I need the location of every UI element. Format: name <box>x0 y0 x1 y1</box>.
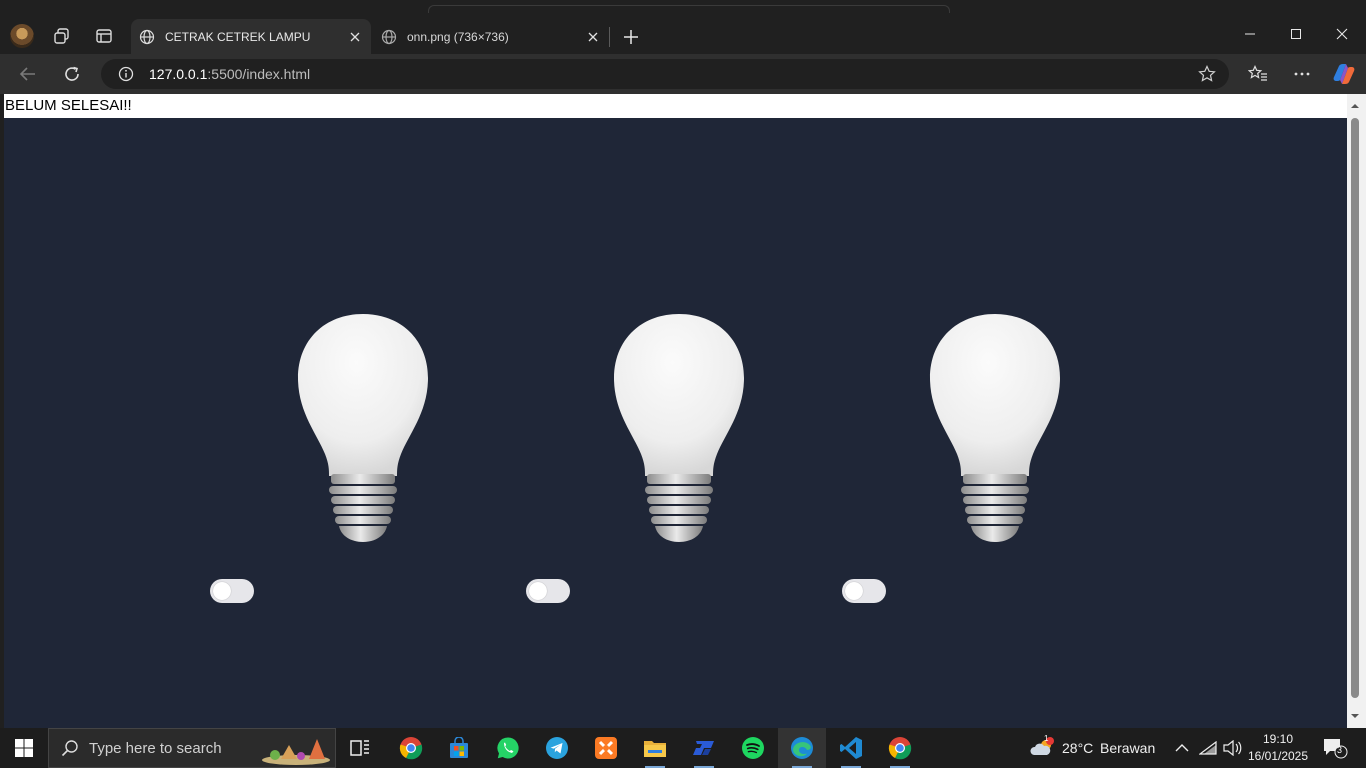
tab-actions-icon[interactable] <box>90 22 118 50</box>
vscode-icon[interactable] <box>827 728 875 768</box>
url-text: 127.0.0.1:5500/index.html <box>149 66 310 82</box>
url-path: :5500/index.html <box>207 66 311 82</box>
search-highlight-illustration <box>262 739 330 765</box>
page-viewport: BELUM SELESAI!! <box>4 94 1347 728</box>
taskbar-clock[interactable]: 19:10 16/01/2025 <box>1242 731 1314 765</box>
globe-icon <box>139 29 155 44</box>
workspaces-icon[interactable] <box>48 22 76 50</box>
app-icon[interactable] <box>680 728 728 768</box>
more-options-icon[interactable] <box>1287 60 1317 88</box>
notification-count: 3 <box>1337 745 1343 755</box>
volume-icon[interactable] <box>1220 728 1244 768</box>
minimize-icon[interactable] <box>1227 20 1273 48</box>
site-info-icon[interactable] <box>117 65 135 83</box>
chrome-icon[interactable] <box>876 728 924 768</box>
notification-center-icon[interactable]: 3 <box>1322 737 1348 759</box>
light-bulb-2 <box>614 314 744 542</box>
scroll-up-icon[interactable] <box>1350 101 1360 111</box>
toggle-knob <box>213 582 231 600</box>
background-window-edge <box>428 5 950 13</box>
light-bulb-1 <box>298 314 428 542</box>
browser-toolbar: 127.0.0.1:5500/index.html <box>0 54 1366 94</box>
close-window-icon[interactable] <box>1319 20 1365 48</box>
page-scrollbar[interactable] <box>1347 94 1366 728</box>
back-icon[interactable] <box>13 60 43 88</box>
scroll-thumb[interactable] <box>1351 118 1359 698</box>
address-bar[interactable]: 127.0.0.1:5500/index.html <box>101 59 1229 89</box>
edge-icon[interactable] <box>778 728 826 768</box>
weather-temperature[interactable]: 28°C <box>1062 728 1093 768</box>
lamp-3-toggle[interactable] <box>842 579 886 603</box>
wifi-icon[interactable] <box>1196 728 1220 768</box>
scroll-down-icon[interactable] <box>1350 711 1360 721</box>
lamp-1-toggle[interactable] <box>210 579 254 603</box>
browser-titlebar: CETRAK CETREK LAMPU onn.png (736×736) <box>0 0 1366 54</box>
windows-start-icon[interactable] <box>0 728 48 768</box>
profile-avatar[interactable] <box>10 24 34 48</box>
taskbar-search-box[interactable]: Type here to search <box>48 728 336 768</box>
whatsapp-icon[interactable] <box>484 728 532 768</box>
toggle-knob <box>845 582 863 600</box>
url-host: 127.0.0.1 <box>149 66 208 82</box>
tab-onn-png[interactable]: onn.png (736×736) <box>373 19 609 54</box>
search-icon <box>61 740 78 757</box>
lamp-2-toggle[interactable] <box>526 579 570 603</box>
light-bulb-3 <box>930 314 1060 542</box>
search-placeholder: Type here to search <box>89 739 222 757</box>
maximize-icon[interactable] <box>1273 20 1319 48</box>
tab-separator <box>609 27 610 47</box>
refresh-icon[interactable] <box>57 60 87 88</box>
chrome-icon[interactable] <box>387 728 435 768</box>
task-view-icon[interactable] <box>336 728 384 768</box>
weather-badge: 1 <box>1044 734 1049 743</box>
new-tab-icon[interactable] <box>618 24 644 50</box>
weather-icon[interactable]: 1 <box>1026 728 1058 768</box>
file-explorer-icon[interactable] <box>631 728 679 768</box>
xampp-icon[interactable] <box>582 728 630 768</box>
globe-icon <box>381 29 397 44</box>
spotify-icon[interactable] <box>729 728 777 768</box>
tab-cetrak-lampu[interactable]: CETRAK CETREK LAMPU <box>131 19 371 54</box>
microsoft-store-icon[interactable] <box>435 728 483 768</box>
close-tab-icon[interactable] <box>345 27 365 47</box>
close-tab-icon[interactable] <box>583 27 603 47</box>
favorites-icon[interactable] <box>1243 60 1273 88</box>
chevron-up-icon[interactable] <box>1170 728 1194 768</box>
copilot-icon[interactable] <box>1329 60 1359 88</box>
clock-time: 19:10 <box>1262 732 1294 746</box>
clock-date: 16/01/2025 <box>1247 749 1309 763</box>
tab-label: CETRAK CETREK LAMPU <box>165 29 311 44</box>
status-banner: BELUM SELESAI!! <box>4 94 1347 118</box>
toggle-knob <box>529 582 547 600</box>
weather-condition[interactable]: Berawan <box>1100 728 1155 768</box>
tab-label: onn.png (736×736) <box>407 29 509 44</box>
telegram-icon[interactable] <box>533 728 581 768</box>
favorite-star-icon[interactable] <box>1197 64 1217 84</box>
windows-taskbar: Type here to search 1 28°C Berawan 19:10… <box>0 728 1366 768</box>
